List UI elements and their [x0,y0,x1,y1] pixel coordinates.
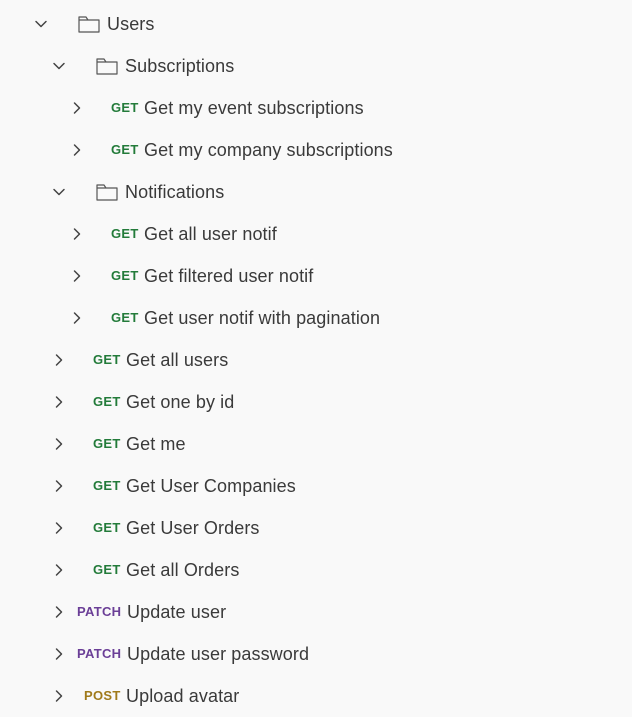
method-badge: GET [111,268,139,283]
chevron-right-icon[interactable] [51,646,67,662]
request-item[interactable]: GET Get user notif with pagination [0,297,632,339]
chevron-down-icon[interactable] [51,184,67,200]
folder-subscriptions[interactable]: Subscriptions [0,45,632,87]
folder-users[interactable]: Users [0,3,632,45]
chevron-down-icon[interactable] [51,58,67,74]
request-item[interactable]: GET Get all users [0,339,632,381]
request-label: Get filtered user notif [144,266,314,286]
chevron-right-icon[interactable] [69,268,85,284]
chevron-right-icon[interactable] [51,688,67,704]
request-item[interactable]: GET Get filtered user notif [0,255,632,297]
collection-tree: Users Subscriptions GET Get my event sub… [0,0,632,717]
method-badge: GET [93,478,121,493]
request-item[interactable]: POST Upload avatar [0,675,632,717]
chevron-right-icon[interactable] [69,142,85,158]
request-label: Update user [127,602,227,622]
method-badge: GET [93,352,121,367]
request-label: Get all users [126,350,229,370]
folder-label: Users [107,14,155,34]
chevron-right-icon[interactable] [51,604,67,620]
request-label: Get my event subscriptions [144,98,364,118]
chevron-right-icon[interactable] [51,352,67,368]
request-item[interactable]: GET Get all Orders [0,549,632,591]
request-item[interactable]: GET Get User Orders [0,507,632,549]
method-badge: POST [84,688,121,703]
request-item[interactable]: GET Get my company subscriptions [0,129,632,171]
chevron-right-icon[interactable] [51,394,67,410]
method-badge: PATCH [77,646,122,661]
folder-icon [78,15,100,33]
method-badge: GET [93,520,121,535]
method-badge: GET [111,226,139,241]
method-badge: GET [93,394,121,409]
request-label: Get all Orders [126,560,240,580]
chevron-right-icon[interactable] [69,226,85,242]
method-badge: PATCH [77,604,122,619]
chevron-right-icon[interactable] [69,100,85,116]
request-label: Upload avatar [126,686,240,706]
request-label: Get one by id [126,392,235,412]
request-item[interactable]: PATCH Update user [0,591,632,633]
folder-icon [96,183,118,201]
request-label: Get user notif with pagination [144,308,381,328]
request-label: Get all user notif [144,224,277,244]
request-item[interactable]: GET Get User Companies [0,465,632,507]
request-item[interactable]: GET Get all user notif [0,213,632,255]
chevron-right-icon[interactable] [51,478,67,494]
request-item[interactable]: PATCH Update user password [0,633,632,675]
chevron-down-icon[interactable] [33,16,49,32]
folder-label: Subscriptions [125,56,235,76]
request-label: Get User Companies [126,476,296,496]
method-badge: GET [93,436,121,451]
request-item[interactable]: GET Get my event subscriptions [0,87,632,129]
request-label: Update user password [127,644,310,664]
method-badge: GET [111,100,139,115]
method-badge: GET [111,142,139,157]
chevron-right-icon[interactable] [51,520,67,536]
folder-label: Notifications [125,182,225,202]
folder-notifications[interactable]: Notifications [0,171,632,213]
request-label: Get me [126,434,186,454]
request-label: Get User Orders [126,518,260,538]
method-badge: GET [111,310,139,325]
chevron-right-icon[interactable] [51,436,67,452]
request-item[interactable]: GET Get one by id [0,381,632,423]
method-badge: GET [93,562,121,577]
folder-icon [96,57,118,75]
request-item[interactable]: GET Get me [0,423,632,465]
request-label: Get my company subscriptions [144,140,393,160]
chevron-right-icon[interactable] [51,562,67,578]
chevron-right-icon[interactable] [69,310,85,326]
